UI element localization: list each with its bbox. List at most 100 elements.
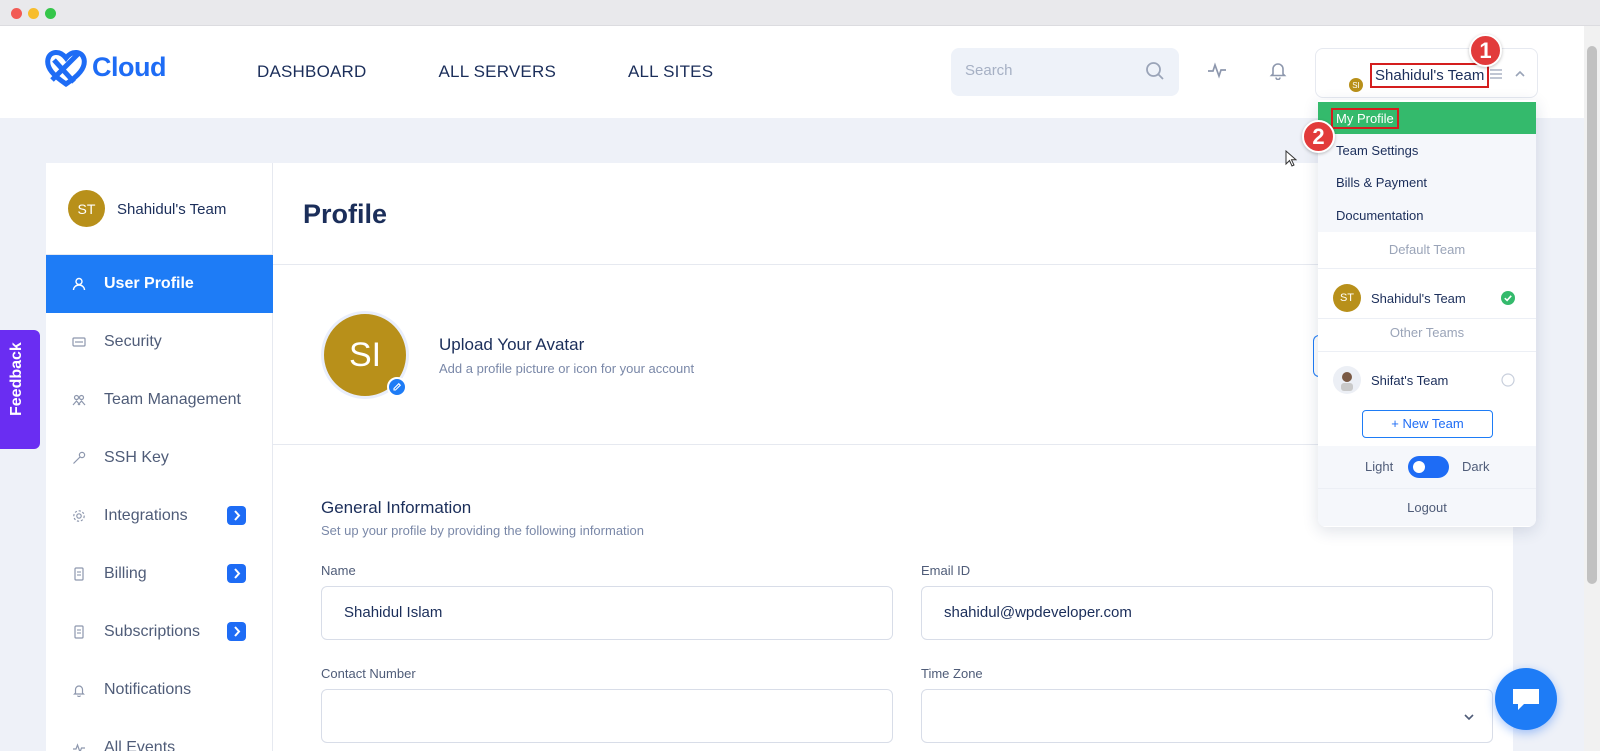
general-info-title: General Information bbox=[321, 498, 472, 517]
activity-icon bbox=[73, 743, 85, 751]
feedback-label: Feedback bbox=[8, 342, 25, 416]
current-team-name: Shahidul's Team bbox=[1370, 63, 1490, 88]
settings-sidebar: ST Shahidul's Team User Profile Security… bbox=[46, 163, 273, 751]
gear-icon bbox=[73, 510, 85, 522]
page-scrollbar[interactable] bbox=[1584, 26, 1600, 751]
divider bbox=[1318, 268, 1536, 269]
logo-text: Cloud bbox=[92, 51, 166, 82]
upload-avatar-subtitle: Add a profile picture or icon for your a… bbox=[439, 361, 695, 376]
cloud-logo-icon bbox=[45, 50, 87, 88]
edit-avatar-button[interactable] bbox=[387, 377, 407, 397]
menu-item-label: My Profile bbox=[1331, 108, 1399, 129]
sidebar-item-label: Security bbox=[104, 333, 162, 350]
app-logo[interactable]: Cloud bbox=[44, 46, 166, 88]
search-box bbox=[951, 48, 1179, 96]
chat-button[interactable] bbox=[1495, 668, 1557, 730]
team-option-name: Shifat's Team bbox=[1371, 373, 1449, 388]
theme-switcher: Light Dark bbox=[1318, 446, 1536, 488]
team-option-default[interactable]: ST Shahidul's Team bbox=[1318, 278, 1536, 318]
team-option-other[interactable]: Shifat's Team bbox=[1318, 360, 1536, 400]
mouse-cursor-icon bbox=[1285, 150, 1297, 167]
theme-dark-label: Dark bbox=[1462, 459, 1490, 474]
team-option-name: Shahidul's Team bbox=[1371, 291, 1466, 306]
sidebar-item-billing[interactable]: Billing bbox=[46, 545, 273, 603]
sidebar-team-name: Shahidul's Team bbox=[117, 201, 227, 218]
theme-light-label: Light bbox=[1365, 459, 1394, 474]
menu-item-my-profile[interactable]: My Profile bbox=[1318, 102, 1536, 135]
chevron-up-icon bbox=[1515, 70, 1525, 77]
email-label: Email ID bbox=[921, 563, 971, 578]
feedback-tab[interactable]: Feedback bbox=[0, 330, 40, 449]
team-icon bbox=[72, 394, 86, 406]
sidebar-item-security[interactable]: Security bbox=[46, 313, 273, 371]
timezone-label: Time Zone bbox=[921, 666, 983, 681]
window-maximize-button[interactable] bbox=[45, 8, 56, 19]
name-field[interactable]: Shahidul Islam bbox=[321, 586, 893, 640]
sidebar-item-label: Billing bbox=[104, 565, 147, 582]
expand-arrow-icon[interactable] bbox=[227, 506, 246, 525]
sidebar-item-user-profile[interactable]: User Profile bbox=[46, 255, 273, 313]
nav-dashboard[interactable]: DASHBOARD bbox=[257, 62, 367, 82]
search-icon[interactable] bbox=[1145, 61, 1165, 81]
browser-titlebar bbox=[0, 0, 1600, 26]
menu-item-team-settings[interactable]: Team Settings bbox=[1318, 134, 1536, 167]
activity-icon[interactable] bbox=[1207, 60, 1227, 80]
upload-avatar-title: Upload Your Avatar bbox=[439, 335, 585, 354]
user-menu-trigger[interactable]: ST SI Shahidul's Team bbox=[1315, 48, 1538, 98]
sidebar-team-header: ST Shahidul's Team bbox=[46, 163, 273, 255]
menu-item-bills-payment[interactable]: Bills & Payment bbox=[1318, 166, 1536, 199]
scrollbar-thumb[interactable] bbox=[1587, 46, 1597, 584]
page-title: Profile bbox=[303, 199, 388, 229]
callout-marker-1: 1 bbox=[1469, 34, 1502, 67]
contact-label: Contact Number bbox=[321, 666, 416, 681]
team-photo-avatar bbox=[1333, 366, 1361, 394]
timezone-select[interactable] bbox=[921, 689, 1493, 743]
sidebar-item-label: User Profile bbox=[104, 275, 194, 292]
key-icon bbox=[73, 451, 86, 464]
nav-all-servers[interactable]: ALL SERVERS bbox=[439, 62, 556, 82]
receipt-icon bbox=[74, 567, 84, 581]
team-avatar: ST bbox=[68, 190, 105, 227]
user-icon bbox=[72, 277, 86, 291]
menu-item-documentation[interactable]: Documentation bbox=[1318, 199, 1536, 232]
security-icon bbox=[72, 337, 86, 347]
sidebar-item-label: Team Management bbox=[104, 391, 241, 408]
logout-button[interactable]: Logout bbox=[1318, 488, 1536, 526]
team-avatar: ST bbox=[1333, 284, 1361, 312]
user-avatar-small: SI bbox=[1347, 76, 1365, 94]
sidebar-item-integrations[interactable]: Integrations bbox=[46, 487, 273, 545]
general-info-subtitle: Set up your profile by providing the fol… bbox=[321, 523, 645, 538]
window-minimize-button[interactable] bbox=[28, 8, 39, 19]
sidebar-item-subscriptions[interactable]: Subscriptions bbox=[46, 603, 273, 661]
sidebar-item-ssh-key[interactable]: SSH Key bbox=[46, 429, 273, 487]
sidebar-item-team-management[interactable]: Team Management bbox=[46, 371, 273, 429]
theme-toggle[interactable] bbox=[1408, 456, 1449, 478]
callout-marker-2: 2 bbox=[1302, 120, 1335, 153]
sidebar-item-all-events[interactable]: All Events bbox=[46, 719, 273, 751]
other-teams-heading: Other Teams bbox=[1389, 325, 1465, 340]
sidebar-item-label: Subscriptions bbox=[104, 623, 201, 640]
check-circle-icon bbox=[1501, 291, 1515, 305]
expand-arrow-icon[interactable] bbox=[227, 564, 246, 583]
email-field[interactable]: shahidul@wpdeveloper.com bbox=[921, 586, 1493, 640]
bell-icon bbox=[73, 685, 85, 697]
window-close-button[interactable] bbox=[11, 8, 22, 19]
sidebar-item-label: Notifications bbox=[104, 681, 192, 698]
name-label: Name bbox=[321, 563, 356, 578]
notification-bell-icon[interactable] bbox=[1268, 60, 1288, 80]
search-input[interactable] bbox=[965, 62, 1135, 79]
new-team-button[interactable]: + New Team bbox=[1362, 410, 1493, 438]
nav-all-sites[interactable]: ALL SITES bbox=[628, 62, 713, 82]
radio-empty-icon[interactable] bbox=[1501, 373, 1515, 387]
sidebar-item-label: Integrations bbox=[104, 507, 188, 524]
menu-icon bbox=[1490, 69, 1502, 79]
expand-arrow-icon[interactable] bbox=[227, 622, 246, 641]
default-team-heading: Default Team bbox=[1388, 242, 1466, 257]
sidebar-item-label: SSH Key bbox=[104, 449, 169, 466]
sidebar-item-label: All Events bbox=[104, 739, 176, 751]
contact-number-field[interactable] bbox=[321, 689, 893, 743]
pencil-icon bbox=[393, 382, 402, 391]
receipt-icon bbox=[74, 625, 84, 639]
divider bbox=[1318, 351, 1536, 352]
sidebar-item-notifications[interactable]: Notifications bbox=[46, 661, 273, 719]
